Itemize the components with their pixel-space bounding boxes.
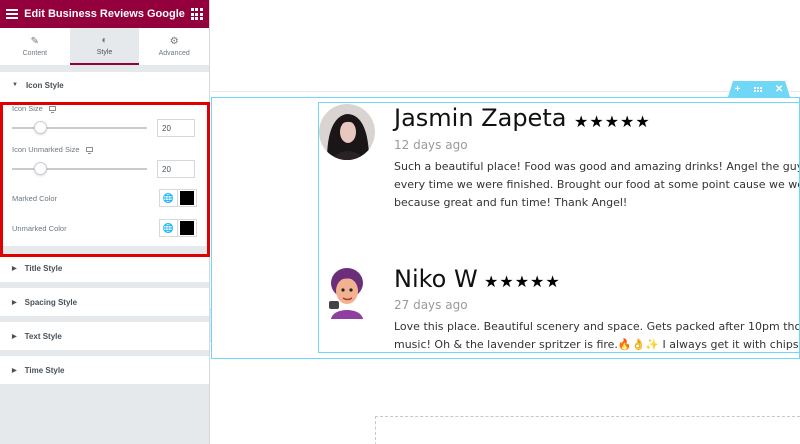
empty-drop-area[interactable] [375,416,800,444]
tab-style[interactable]: ◐ Style [69,28,140,65]
icon-size-slider-handle[interactable] [34,121,47,134]
unmarked-size-input[interactable]: 20 [157,160,195,178]
tab-content-label: Content [22,49,48,57]
unmarked-size-slider[interactable] [12,162,147,175]
unmarked-color-label: Unmarked Color [12,223,67,233]
title-style-label: Title Style [24,263,63,273]
icon-style-heading: Icon Style [25,80,64,90]
unmarked-size-slider-handle[interactable] [34,162,47,175]
star-rating: ★★★★★ [484,274,561,291]
add-section-icon[interactable]: + [735,84,741,95]
reviewer-name: Niko W [394,265,478,293]
icon-size-input[interactable]: 20 [157,119,195,137]
reviews-widget[interactable]: Jasmin Zapeta ★★★★★ 12 days ago Such a b… [318,102,800,353]
marked-color-control: 🌐 [159,189,197,207]
icon-style-controls: Icon Size 20 Icon Unmarked Size 20 Marke… [0,98,209,246]
tab-advanced-label: Advanced [158,49,190,57]
spacing-style-section[interactable]: ▶ Spacing Style [0,288,209,316]
icon-size-slider[interactable] [12,121,147,134]
caret-right-icon: ▶ [12,333,17,340]
desktop-icon[interactable] [48,106,56,113]
reviewer-avatar [319,104,375,160]
desktop-icon[interactable] [85,147,93,154]
reviewer-avatar [319,263,375,319]
review-text-line: every time we were finished. Brought our… [394,178,800,191]
unmarked-size-label-row: Icon Unmarked Size [12,145,197,154]
contrast-icon: ◐ [101,34,108,46]
tab-advanced[interactable]: ⚙ Advanced [139,28,209,65]
icon-size-slider-row: 20 [12,119,197,137]
unmarked-size-slider-row: 20 [12,160,197,178]
review-text-line: because great and fun time! Thank Angel! [394,196,628,209]
preview-canvas: + ✕ Jasmin Zapeta ★★★★★ 12 days ago Such… [211,0,800,444]
icon-size-label: Icon Size [12,104,43,113]
icon-style-section: ▼ Icon Style Icon Size 20 Icon Unmarked … [0,72,209,246]
panel-tabs: ✎ Content ◐ Style ⚙ Advanced [0,28,209,66]
marked-color-row: Marked Color 🌐 [12,188,197,208]
empty-top-section [211,0,800,92]
review-text-line: Love this place. Beautiful scenery and s… [394,320,800,333]
text-style-label: Text Style [24,331,62,341]
pencil-icon: ✎ [30,35,40,47]
widgets-grid-icon[interactable] [185,0,209,28]
drag-handle-icon[interactable] [753,86,762,92]
unmarked-color-row: Unmarked Color 🌐 [12,218,197,238]
unmarked-color-swatch[interactable] [180,221,194,235]
star-rating: ★★★★★ [574,114,651,131]
review-text: Love this place. Beautiful scenery and s… [394,318,800,352]
globe-icon[interactable]: 🌐 [160,220,178,236]
close-icon[interactable]: ✕ [775,84,783,95]
menu-icon[interactable] [0,0,24,28]
tab-style-label: Style [96,48,113,56]
icon-style-header[interactable]: ▼ Icon Style [0,72,209,98]
caret-right-icon: ▶ [12,299,17,306]
reviewer-name: Jasmin Zapeta [394,104,567,132]
icon-size-label-row: Icon Size [12,104,197,113]
panel-title: Edit Business Reviews Google [24,8,185,20]
caret-down-icon: ▼ [12,82,18,88]
review-text-line: Such a beautiful place! Food was good an… [394,160,800,173]
review-date: 12 days ago [394,138,468,152]
unmarked-size-label: Icon Unmarked Size [12,145,80,154]
tab-content[interactable]: ✎ Content [0,28,70,65]
editor-panel: Edit Business Reviews Google ✎ Content ◐… [0,0,210,444]
review-text-line: music! Oh & the lavender spritzer is fir… [394,338,800,351]
text-style-section[interactable]: ▶ Text Style [0,322,209,350]
review-date: 27 days ago [394,298,468,312]
marked-color-label: Marked Color [12,193,58,203]
title-style-section[interactable]: ▶ Title Style [0,254,209,282]
gear-icon: ⚙ [169,35,179,47]
caret-right-icon: ▶ [12,367,17,374]
caret-right-icon: ▶ [12,265,17,272]
spacing-style-label: Spacing Style [24,297,78,307]
globe-icon[interactable]: 🌐 [160,190,178,206]
marked-color-swatch[interactable] [180,191,194,205]
section-toolbar[interactable]: + ✕ [728,81,790,97]
panel-header: Edit Business Reviews Google [0,0,209,28]
time-style-label: Time Style [24,365,65,375]
time-style-section[interactable]: ▶ Time Style [0,356,209,384]
unmarked-color-control: 🌐 [159,219,197,237]
review-text: Such a beautiful place! Food was good an… [394,158,800,212]
